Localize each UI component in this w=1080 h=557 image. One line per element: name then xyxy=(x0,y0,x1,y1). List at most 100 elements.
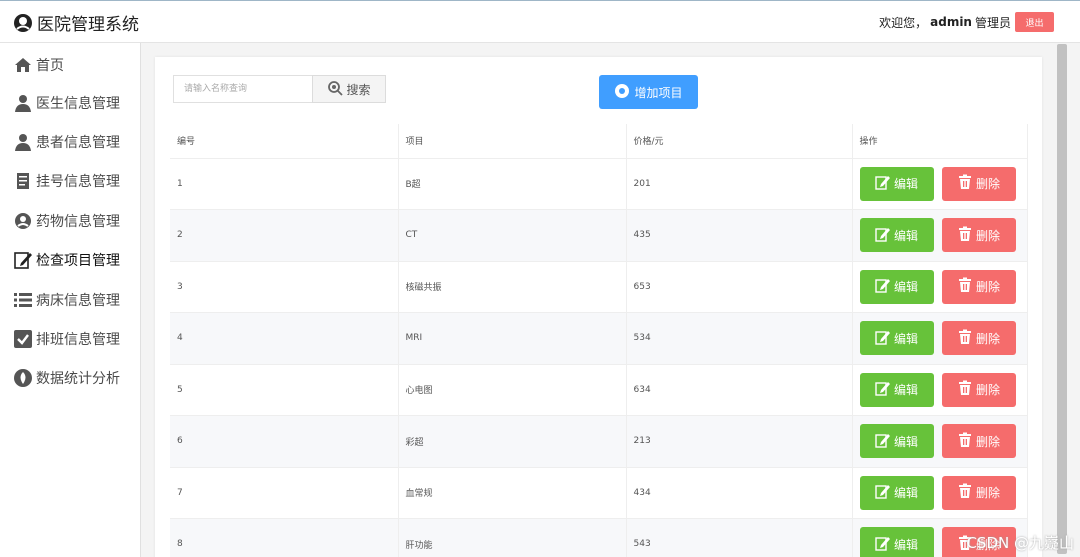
cell-name: 心电图 xyxy=(398,364,627,416)
edit-button-label: 编辑 xyxy=(893,280,918,295)
sidebar-item-label: 病床信息管理 xyxy=(36,293,120,309)
edit-button[interactable]: 编辑 xyxy=(859,269,934,304)
cell-price: 634 xyxy=(626,364,853,416)
delete-button[interactable]: 删除 xyxy=(941,372,1016,407)
cell-id: 1 xyxy=(170,158,399,210)
edit-button[interactable]: 编辑 xyxy=(859,475,934,510)
search-icon xyxy=(327,80,344,99)
delete-button[interactable]: 删除 xyxy=(941,218,1016,253)
sidebar-item-label: 药物信息管理 xyxy=(36,214,120,230)
user-box: 欢迎您， admin 管理员 退出 xyxy=(879,12,1054,32)
delete-button-label: 删除 xyxy=(975,280,1000,295)
delete-icon xyxy=(957,432,973,451)
sidebar-item-label: 排班信息管理 xyxy=(36,332,120,348)
delete-icon xyxy=(957,329,973,348)
edit-button-label: 编辑 xyxy=(893,537,918,552)
edit-button[interactable]: 编辑 xyxy=(859,372,934,407)
sidebar-item-patient[interactable]: 患者信息管理 xyxy=(13,129,120,155)
col-header-id: 编号 xyxy=(170,124,399,159)
cell-name: 彩超 xyxy=(398,415,627,468)
logout-button[interactable]: 退出 xyxy=(1015,12,1054,32)
cell-id: 8 xyxy=(170,518,399,557)
sidebar: 首页 医生信息管理 患者信息管理 挂号信息管理 药物信息管理 检查项目管理 病床… xyxy=(0,43,141,557)
delete-button-label: 删除 xyxy=(975,177,1000,192)
edit-icon xyxy=(13,250,33,270)
sidebar-item-medicine[interactable]: 药物信息管理 xyxy=(13,208,120,234)
sidebar-item-exam[interactable]: 检查项目管理 xyxy=(13,247,120,273)
sidebar-item-home[interactable]: 首页 xyxy=(13,52,64,78)
edit-icon xyxy=(875,277,891,296)
delete-icon xyxy=(957,483,973,502)
delete-button[interactable]: 删除 xyxy=(941,166,1016,201)
edit-button[interactable]: 编辑 xyxy=(859,218,934,253)
table-row: 8 肝功能 543 编辑 删除 xyxy=(170,518,1028,557)
medicine-icon xyxy=(13,211,33,231)
cell-actions: 编辑 删除 xyxy=(852,209,1028,262)
sidebar-item-label: 检查项目管理 xyxy=(36,253,120,269)
cell-id: 3 xyxy=(170,261,399,313)
add-icon xyxy=(614,83,630,102)
sidebar-item-label: 医生信息管理 xyxy=(36,96,120,112)
sidebar-item-label: 挂号信息管理 xyxy=(36,174,120,190)
search-input[interactable] xyxy=(173,75,312,103)
edit-button-label: 编辑 xyxy=(893,228,918,243)
table-header-row: 编号 项目 价格/元 操作 xyxy=(170,124,1028,159)
cell-actions: 编辑 删除 xyxy=(852,364,1028,416)
sidebar-item-bed[interactable]: 病床信息管理 xyxy=(13,287,120,313)
edit-button[interactable]: 编辑 xyxy=(859,166,934,201)
logo-icon xyxy=(13,13,33,33)
delete-button[interactable]: 删除 xyxy=(941,424,1016,459)
cell-name: B超 xyxy=(398,158,627,210)
table-row: 5 心电图 634 编辑 删除 xyxy=(170,364,1028,416)
edit-icon xyxy=(875,329,891,348)
user-name: admin xyxy=(930,15,972,29)
cell-actions: 编辑 删除 xyxy=(852,415,1028,468)
cell-price: 543 xyxy=(626,518,853,557)
cell-actions: 编辑 删除 xyxy=(852,261,1028,313)
patient-icon xyxy=(13,132,33,152)
chart-icon xyxy=(13,368,33,388)
sidebar-item-register[interactable]: 挂号信息管理 xyxy=(13,168,120,194)
table-row: 3 核磁共振 653 编辑 删除 xyxy=(170,261,1028,313)
edit-button[interactable]: 编辑 xyxy=(859,527,934,557)
sidebar-item-label: 数据统计分析 xyxy=(36,371,120,387)
scrollbar[interactable] xyxy=(1057,44,1067,554)
user-role: 管理员 xyxy=(974,15,1011,30)
cell-price: 201 xyxy=(626,158,853,210)
cell-name: 血常规 xyxy=(398,467,627,519)
edit-button-label: 编辑 xyxy=(893,486,918,501)
table-row: 1 B超 201 编辑 删除 xyxy=(170,158,1028,210)
cell-price: 213 xyxy=(626,415,853,468)
delete-icon xyxy=(957,226,973,245)
list-icon xyxy=(13,290,33,310)
edit-button[interactable]: 编辑 xyxy=(859,321,934,356)
search-button[interactable]: 搜索 xyxy=(312,75,386,103)
cell-price: 434 xyxy=(626,467,853,519)
brand: 医院管理系统 xyxy=(13,10,139,35)
cell-id: 6 xyxy=(170,415,399,468)
table-row: 2 CT 435 编辑 删除 xyxy=(170,209,1028,262)
delete-button[interactable]: 删除 xyxy=(941,475,1016,510)
sidebar-item-stats[interactable]: 数据统计分析 xyxy=(13,365,120,391)
sidebar-item-doctor[interactable]: 医生信息管理 xyxy=(13,90,120,116)
exam-items-table: 编号 项目 价格/元 操作 1 B超 201 编辑 删除 2 CT 435 编辑 删除 3 核磁共振 6… xyxy=(170,124,1028,557)
cell-price: 534 xyxy=(626,312,853,365)
delete-icon xyxy=(957,277,973,296)
app-title: 医院管理系统 xyxy=(37,15,139,35)
add-item-button[interactable]: 增加项目 xyxy=(599,75,698,109)
delete-button[interactable]: 删除 xyxy=(941,269,1016,304)
delete-button[interactable]: 删除 xyxy=(941,321,1016,356)
delete-button-label: 删除 xyxy=(975,228,1000,243)
sidebar-item-schedule[interactable]: 排班信息管理 xyxy=(13,326,120,352)
cell-name: 肝功能 xyxy=(398,518,627,557)
cell-actions: 编辑 删除 xyxy=(852,158,1028,210)
cell-id: 5 xyxy=(170,364,399,416)
cell-name: MRI xyxy=(398,312,627,365)
cell-actions: 编辑 删除 xyxy=(852,312,1028,365)
delete-button-label: 删除 xyxy=(975,331,1000,346)
edit-icon xyxy=(875,380,891,399)
checkbox-icon xyxy=(13,329,33,349)
edit-button-label: 编辑 xyxy=(893,331,918,346)
table-row: 7 血常规 434 编辑 删除 xyxy=(170,467,1028,519)
edit-button[interactable]: 编辑 xyxy=(859,424,934,459)
